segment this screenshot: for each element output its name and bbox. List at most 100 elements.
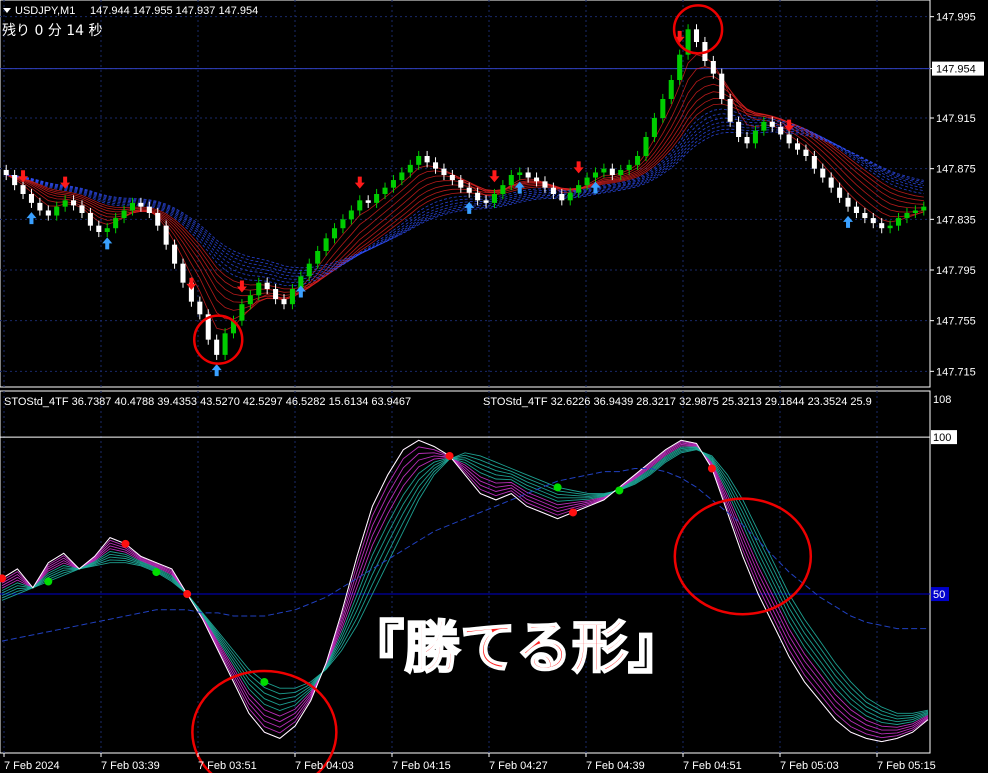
symbol-label: USDJPY,M1 xyxy=(15,5,75,17)
time-tick-label: 7 Feb 04:15 xyxy=(392,760,451,772)
candle-body xyxy=(643,137,649,156)
price-tick-label: 147.715 xyxy=(936,366,976,378)
candle-body xyxy=(710,61,716,74)
candle-body xyxy=(416,156,422,165)
candle-body xyxy=(769,121,775,127)
candle-body xyxy=(104,228,110,232)
candle-body xyxy=(113,218,119,229)
candle-body xyxy=(180,263,186,283)
candle-body xyxy=(592,172,599,178)
candle-body xyxy=(904,213,910,219)
candle-body xyxy=(677,54,683,80)
candle-body xyxy=(365,200,371,203)
candle-body xyxy=(820,168,826,178)
candle-body xyxy=(264,282,270,289)
candle-body xyxy=(508,175,514,186)
price-tick-label: 147.995 xyxy=(936,12,976,24)
indicator-tick-label: 50 xyxy=(933,589,945,601)
candle-body xyxy=(87,213,93,226)
candle-body xyxy=(550,187,556,194)
candle-body xyxy=(382,187,388,194)
candle-body xyxy=(441,168,447,175)
candle-body xyxy=(155,213,161,226)
red-dot xyxy=(183,590,192,599)
candle-body xyxy=(331,228,338,239)
candle-body xyxy=(45,210,51,216)
overlay-caption: 『勝てる形』 xyxy=(348,616,684,681)
candle-body xyxy=(239,304,245,321)
time-tick-label: 7 Feb 03:51 xyxy=(198,760,257,772)
indicator-values-1: STOStd_4TF 36.7387 40.4788 39.4353 43.52… xyxy=(4,396,411,408)
green-dot xyxy=(152,568,161,577)
candle-body xyxy=(357,200,363,211)
candle-body xyxy=(837,187,843,198)
candle-body xyxy=(197,301,203,315)
candle-body xyxy=(651,118,657,137)
green-dot xyxy=(260,677,269,686)
candle-body xyxy=(491,194,497,203)
candle-body xyxy=(306,263,312,277)
price-tick-label: 147.875 xyxy=(936,164,976,176)
candle-body xyxy=(719,73,725,99)
candle-body xyxy=(374,194,380,203)
candle-body xyxy=(79,205,85,213)
candle-body xyxy=(424,156,430,163)
candle-body xyxy=(744,137,750,144)
candle-body xyxy=(517,172,523,175)
green-dot xyxy=(615,486,624,495)
candle-body xyxy=(635,156,641,165)
candle-body xyxy=(803,149,809,156)
candle-body xyxy=(870,218,876,224)
candle-body xyxy=(28,194,34,203)
candle-body xyxy=(609,168,615,175)
candle-body xyxy=(54,206,60,216)
price-tick-label: 147.835 xyxy=(936,214,976,226)
candle-body xyxy=(12,175,18,186)
time-tick-label: 7 Feb 04:39 xyxy=(586,760,645,772)
candle-body xyxy=(693,29,700,42)
candle-body xyxy=(879,223,885,229)
price-axis: 147.995 147.954 147.915 147.875 147.835 147.7… xyxy=(930,12,984,378)
candle-body xyxy=(752,130,758,144)
candle-body xyxy=(576,185,582,193)
candle-body xyxy=(3,169,9,175)
candle-body xyxy=(20,185,26,194)
candle-body xyxy=(542,181,548,188)
candle-body xyxy=(163,225,169,245)
price-panel[interactable] xyxy=(0,0,931,388)
candle-body xyxy=(449,175,455,181)
green-dot xyxy=(553,483,562,492)
candle-body xyxy=(761,121,767,131)
candle-body xyxy=(845,197,851,207)
ohlc-label: 147.944 147.955 147.937 147.954 xyxy=(90,5,258,17)
candle-body xyxy=(281,299,287,305)
time-tick-label: 7 Feb 04:03 xyxy=(295,760,354,772)
candle-body xyxy=(483,200,489,203)
price-tick-label: 147.755 xyxy=(936,316,976,328)
candle-body xyxy=(466,187,472,193)
green-dot xyxy=(44,577,53,586)
red-dot xyxy=(569,508,578,517)
indicator-panel[interactable] xyxy=(0,390,931,754)
candle-body xyxy=(887,225,893,229)
candle-body xyxy=(896,218,902,226)
candle-body xyxy=(433,162,439,169)
candle-body xyxy=(247,295,253,305)
candle-body xyxy=(626,164,632,170)
candle-body xyxy=(256,282,262,296)
candle-body xyxy=(668,80,674,99)
candle-body xyxy=(138,202,144,207)
candle-body xyxy=(475,192,481,201)
candle-body xyxy=(500,185,506,194)
red-dot xyxy=(707,464,716,473)
chart-canvas[interactable]: 147.995 147.954 147.915 147.875 147.835 147.7… xyxy=(0,0,988,773)
candle-body xyxy=(525,172,531,178)
candle-body xyxy=(340,219,346,229)
candle-body xyxy=(390,180,396,188)
candle-body xyxy=(912,210,918,213)
time-tick-label: 7 Feb 05:15 xyxy=(877,760,936,772)
countdown-label: 残り 0 分 14 秒 xyxy=(2,23,103,39)
candle-body xyxy=(601,168,607,173)
candle-body xyxy=(736,121,742,137)
indicator-values-2: STOStd_4TF 32.6226 36.9439 28.3217 32.98… xyxy=(483,396,872,408)
